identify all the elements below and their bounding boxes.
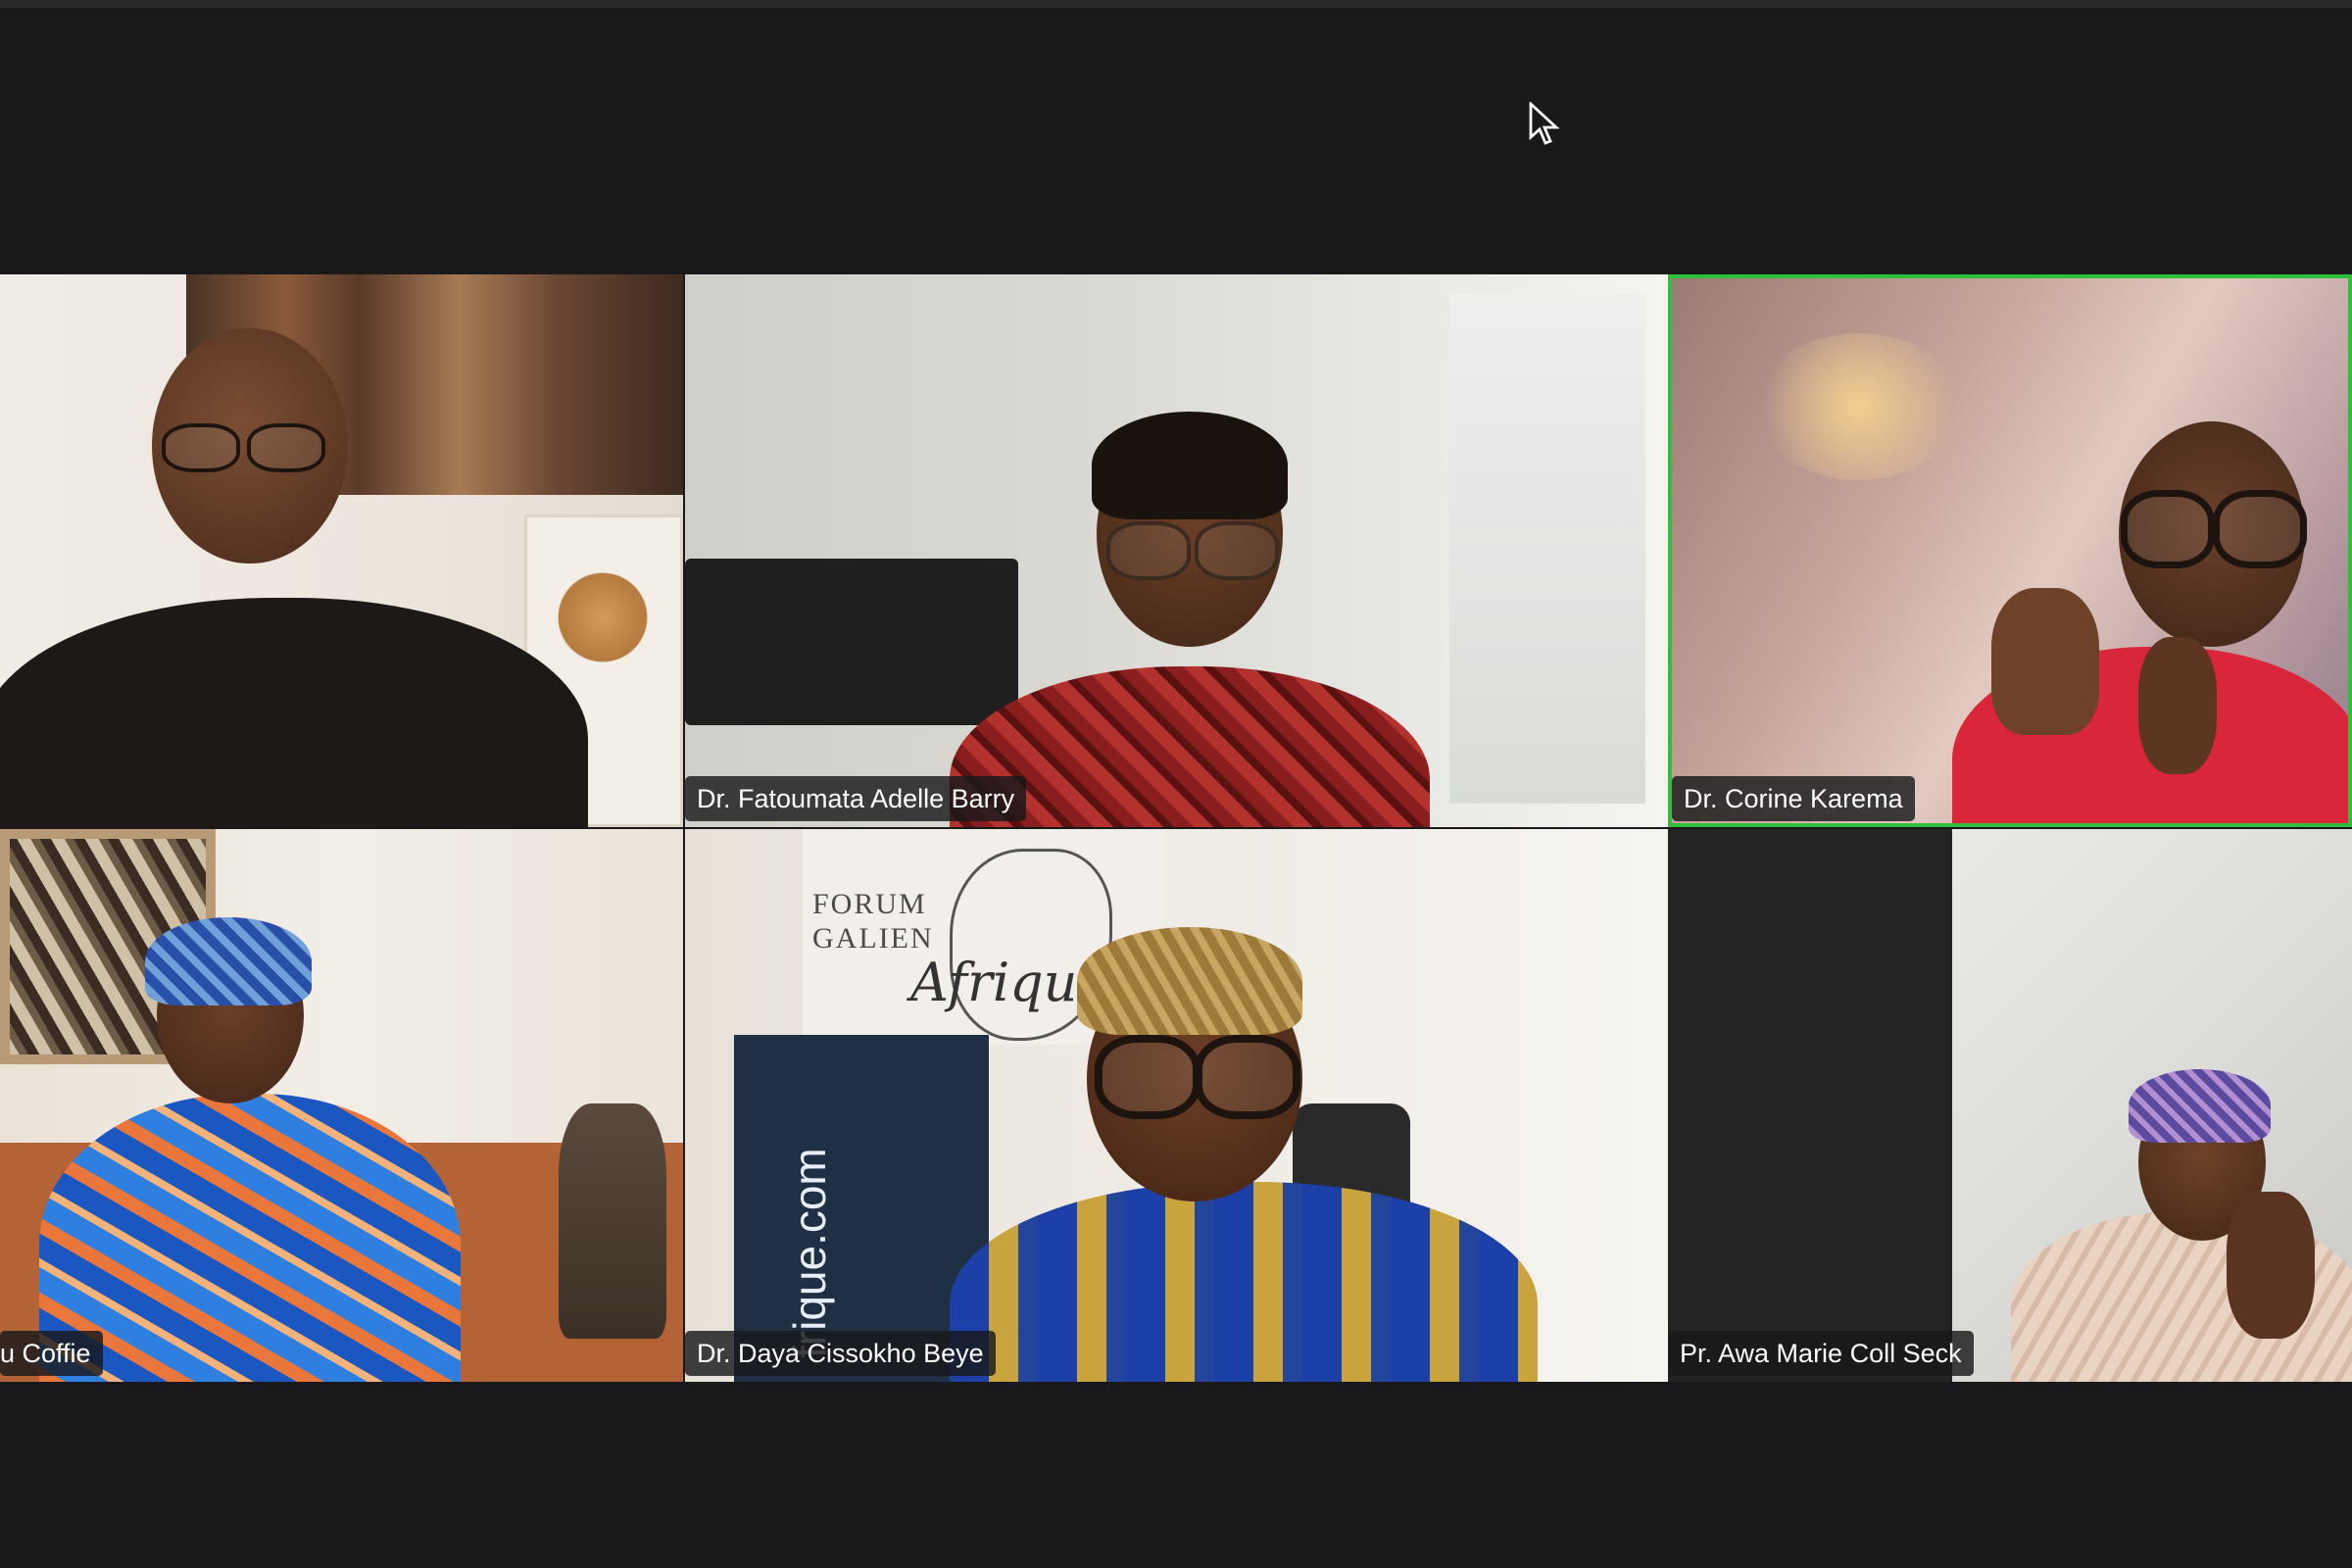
participant-video-tile-2[interactable]: Dr. Fatoumata Adelle Barry [685, 274, 1668, 827]
participant-video-tile-6[interactable]: Pr. Awa Marie Coll Seck [1668, 829, 2352, 1382]
participant-name-label: Pr. Awa Marie Coll Seck [1668, 1331, 1974, 1376]
participant-video-tile-3[interactable]: Dr. Corine Karema [1668, 274, 2352, 827]
background-screen [685, 559, 1018, 725]
raised-hand [1991, 588, 2099, 735]
video-meeting-screen: Dr. Fatoumata Adelle Barry Dr. Corine Ka… [0, 0, 2352, 1568]
participant-video-tile-5[interactable]: FORUM GALIEN Afrique frique.com Dr. Daya… [685, 829, 1668, 1382]
banner-website-text: frique.com [784, 1148, 835, 1358]
wooden-sculpture [559, 1103, 666, 1339]
banner-galien-text: GALIEN [812, 922, 934, 955]
background-lamp-glow [1756, 333, 1962, 480]
participant-video-tile-4[interactable]: u Coffie [0, 829, 683, 1382]
participant-video-tile-1[interactable] [0, 274, 683, 827]
window-top-strip [0, 0, 2352, 8]
participant-name-label: Dr. Fatoumata Adelle Barry [685, 776, 1027, 821]
background-window [1449, 294, 1645, 804]
participant-name-label: u Coffie [0, 1331, 103, 1376]
participant-name-label: Dr. Corine Karema [1672, 776, 1915, 821]
clapping-hands [2227, 1192, 2315, 1339]
mouse-pointer-icon [1529, 102, 1560, 145]
participant-name-label: Dr. Daya Cissokho Beye [685, 1331, 996, 1376]
banner-forum-text: FORUM [812, 888, 927, 920]
clapping-hand [2138, 637, 2217, 774]
participant-6-video [1952, 829, 2352, 1382]
